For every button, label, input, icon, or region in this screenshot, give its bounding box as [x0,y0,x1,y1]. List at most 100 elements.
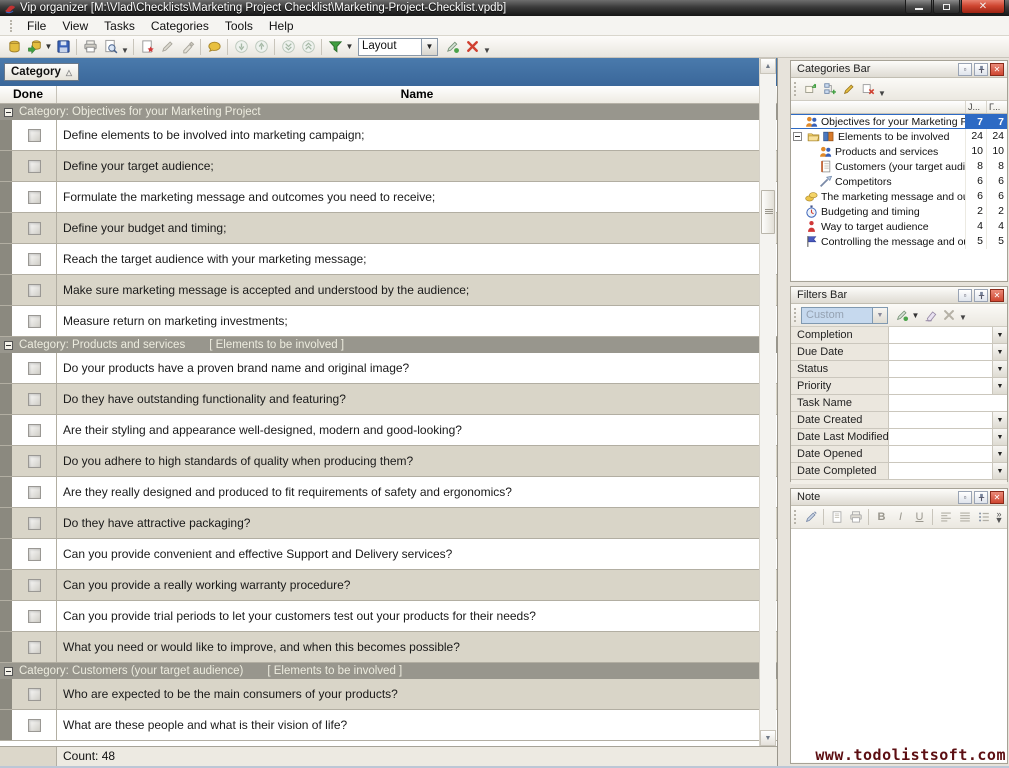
print-preview-icon[interactable] [100,38,120,56]
restore-panel-icon[interactable]: ▫ [958,491,972,504]
dropdown-arrow-icon[interactable]: ▼ [345,42,354,51]
task-checkbox[interactable] [28,160,41,173]
move-down-icon[interactable] [231,38,251,56]
task-checkbox[interactable] [28,688,41,701]
menu-item-view[interactable]: View [54,17,96,35]
chevron-down-icon[interactable]: ▼ [992,378,1007,394]
category-tree-item[interactable]: Controlling the message and outcomes55 [791,234,1007,249]
task-row[interactable]: Can you provide convenient and effective… [0,539,777,570]
pin-panel-icon[interactable] [974,289,988,302]
filter-value-field[interactable] [889,429,992,445]
italic-icon[interactable]: I [891,511,910,523]
move-to-top-icon[interactable] [298,38,318,56]
chevron-down-icon[interactable]: ▼ [992,327,1007,343]
underline-icon[interactable]: U [910,511,929,523]
move-to-bottom-icon[interactable] [278,38,298,56]
overflow-arrow-icon[interactable]: ▼ [958,313,968,324]
task-row[interactable]: Formulate the marketing message and outc… [0,182,777,213]
task-row[interactable]: Measure return on marketing investments; [0,306,777,337]
edit-category-icon[interactable] [839,81,858,98]
task-checkbox[interactable] [28,129,41,142]
filter-value-field[interactable] [889,344,992,360]
task-row[interactable]: Who are expected to be the main consumer… [0,679,777,710]
close-button[interactable]: ✕ [961,0,1005,14]
filter-value-field[interactable] [889,327,992,343]
menu-item-categories[interactable]: Categories [143,17,217,35]
align-justify-icon[interactable] [955,509,974,526]
pin-panel-icon[interactable] [974,491,988,504]
print-icon[interactable] [80,38,100,56]
chevron-down-icon[interactable]: ▼ [873,307,888,324]
task-row[interactable]: Can you provide a really working warrant… [0,570,777,601]
categories-column-1[interactable]: J... [965,101,986,113]
task-row[interactable]: Are their styling and appearance well-de… [0,415,777,446]
layout-view-icon[interactable] [325,38,345,56]
overflow-arrow-icon[interactable]: ▼ [482,46,492,57]
group-header-row[interactable]: Category: Objectives for your Marketing … [0,104,777,120]
edit-note-icon[interactable] [801,509,820,526]
task-row[interactable]: Define your budget and timing; [0,213,777,244]
task-checkbox[interactable] [28,455,41,468]
filter-value-field[interactable] [889,395,1007,411]
add-category-icon[interactable] [801,81,820,98]
column-header-name[interactable]: Name [57,86,777,103]
toolbar-overflow-icon[interactable]: »▼ [993,511,1007,523]
task-row[interactable]: Can you provide trial periods to let you… [0,601,777,632]
categories-column-2[interactable]: Г... [986,101,1007,113]
align-left-icon[interactable] [936,509,955,526]
apply-filter-icon[interactable] [892,307,911,324]
collapse-icon[interactable] [4,667,13,676]
chevron-down-icon[interactable]: ▼ [992,446,1007,462]
expand-collapse-icon[interactable] [793,132,802,141]
add-subcategory-icon[interactable] [820,81,839,98]
task-row[interactable]: Do they have attractive packaging? [0,508,777,539]
menu-item-tools[interactable]: Tools [217,17,261,35]
move-up-icon[interactable] [251,38,271,56]
filter-value-field[interactable] [889,361,992,377]
scroll-down-icon[interactable]: ▼ [760,730,776,746]
task-checkbox[interactable] [28,393,41,406]
collapse-icon[interactable] [4,341,13,350]
task-checkbox[interactable] [28,548,41,561]
dropdown-arrow-icon[interactable]: ▼ [44,42,53,51]
column-header-done[interactable]: Done [0,86,57,103]
task-checkbox[interactable] [28,362,41,375]
task-checkbox[interactable] [28,610,41,623]
dropdown-arrow-icon[interactable]: ▼ [911,311,920,320]
layout-combo[interactable]: Layout▼ [358,38,438,56]
customize-layout-icon[interactable] [442,38,462,56]
close-panel-icon[interactable]: ✕ [990,63,1004,76]
new-task-icon[interactable] [137,38,157,56]
group-field-button[interactable]: Category △ [4,63,79,81]
filter-value-field[interactable] [889,412,992,428]
chevron-down-icon[interactable]: ▼ [992,463,1007,479]
task-checkbox[interactable] [28,191,41,204]
task-checkbox[interactable] [28,253,41,266]
task-row[interactable]: Do you adhere to high standards of quali… [0,446,777,477]
overflow-arrow-icon[interactable]: ▼ [877,89,887,100]
close-panel-icon[interactable]: ✕ [990,491,1004,504]
save-database-icon[interactable] [53,38,73,56]
task-notes-icon[interactable] [204,38,224,56]
overflow-arrow-icon[interactable]: ▼ [120,46,130,57]
preview-note-icon[interactable] [827,509,846,526]
menu-item-help[interactable]: Help [261,17,302,35]
delete-filter-icon[interactable] [939,307,958,324]
vertical-scrollbar[interactable]: ▲ ▼ [759,58,776,746]
chevron-down-icon[interactable]: ▼ [992,412,1007,428]
filter-value-field[interactable] [889,446,992,462]
delete-task-icon[interactable] [177,38,197,56]
delete-category-icon[interactable] [858,81,877,98]
chevron-down-icon[interactable]: ▼ [992,429,1007,445]
chevron-down-icon[interactable]: ▼ [992,361,1007,377]
task-checkbox[interactable] [28,641,41,654]
task-row[interactable]: Make sure marketing message is accepted … [0,275,777,306]
filter-preset-combo[interactable]: Custom ▼ [801,307,888,324]
task-checkbox[interactable] [28,486,41,499]
task-checkbox[interactable] [28,222,41,235]
maximize-button[interactable] [933,0,960,14]
group-header-row[interactable]: Category: Customers (your target audienc… [0,663,777,679]
category-tree-item[interactable]: Objectives for your Marketing Project77 [791,114,1007,129]
task-row[interactable]: Define your target audience; [0,151,777,182]
open-database-icon[interactable] [24,38,44,56]
